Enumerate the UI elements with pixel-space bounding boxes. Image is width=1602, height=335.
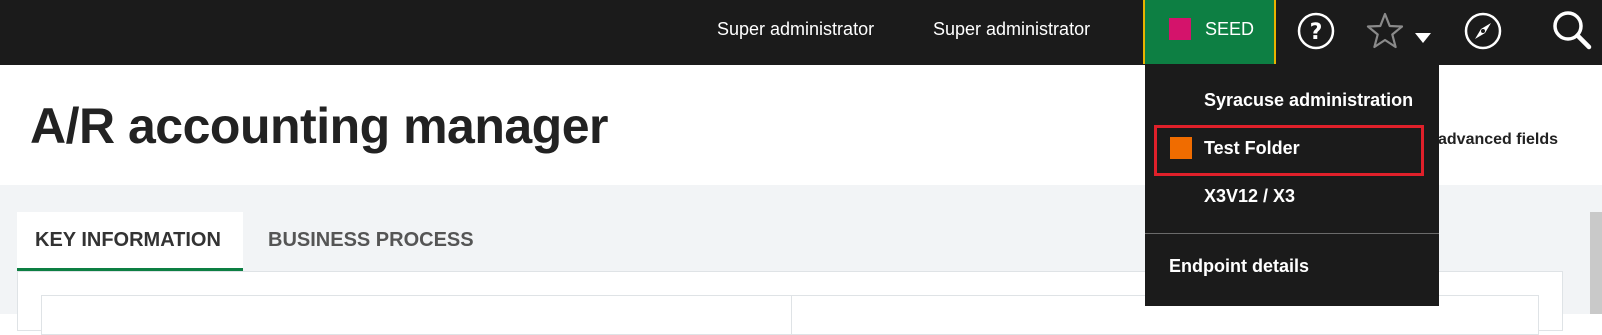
menu-item-label: Endpoint details [1169,256,1310,276]
chevron-down-icon[interactable] [1414,31,1432,45]
tab-business-process[interactable]: BUSINESS PROCESS [268,212,474,271]
menu-item-endpoint-details[interactable]: Endpoint details [1145,243,1439,289]
highlight-box [1154,125,1424,176]
top-navigation-bar: Super administrator Super administrator … [0,0,1602,65]
menu-item-x3v12-x3[interactable]: X3V12 / X3 [1145,173,1439,219]
svg-text:?: ? [1310,20,1323,45]
menu-item-label: X3V12 / X3 [1204,186,1296,206]
menu-item-syracuse-administration[interactable]: Syracuse administration [1145,77,1439,123]
tab-key-information[interactable]: KEY INFORMATION [17,212,243,271]
menu-item-label: Syracuse administration [1204,90,1414,110]
menu-divider [1145,233,1439,234]
page-title: A/R accounting manager [30,98,609,154]
search-icon[interactable] [1551,9,1593,51]
user-name-link-2[interactable]: Super administrator [933,0,1090,65]
compass-icon[interactable] [1463,11,1503,51]
help-icon[interactable]: ? [1296,11,1336,51]
section-card-left [41,295,792,335]
endpoint-selector-button[interactable]: SEED [1143,0,1276,64]
scrollbar-thumb[interactable] [1590,212,1602,314]
advanced-fields-toggle[interactable]: advanced fields [1438,131,1558,149]
star-icon[interactable] [1365,11,1405,51]
user-name-link-1[interactable]: Super administrator [717,0,874,65]
endpoint-dropdown-menu: Syracuse administration Test Folder X3V1… [1145,65,1439,306]
endpoint-color-swatch [1169,18,1191,40]
endpoint-label: SEED [1205,19,1255,39]
